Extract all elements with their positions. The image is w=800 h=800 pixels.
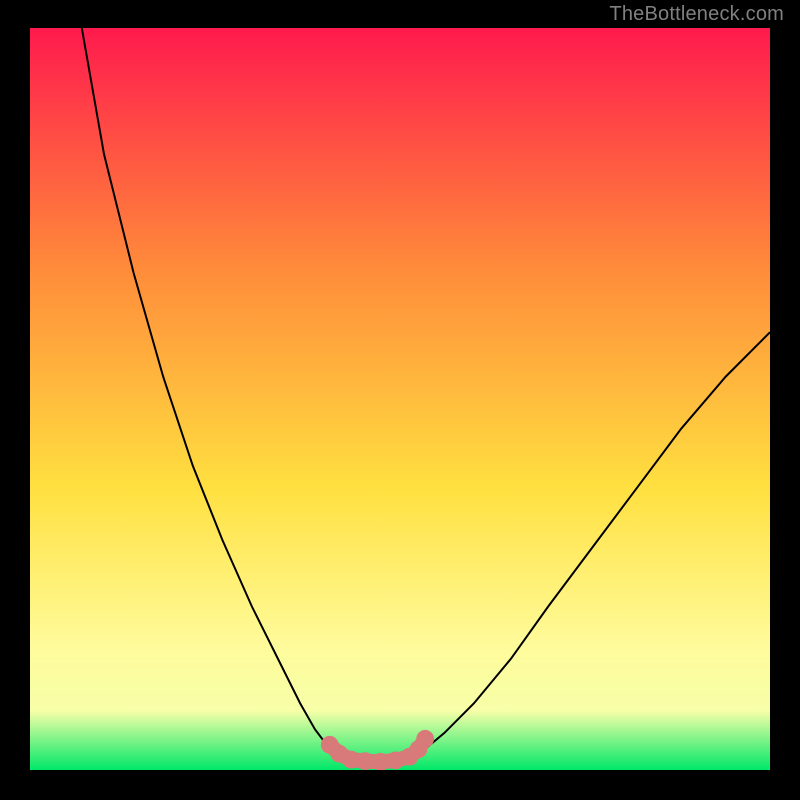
watermark-text: TheBottleneck.com [609, 0, 784, 28]
valley-marker-dot [416, 730, 434, 748]
chart-area [30, 28, 770, 770]
chart-svg [30, 28, 770, 770]
outer-frame: TheBottleneck.com [0, 0, 800, 800]
gradient-background [30, 28, 770, 770]
valley-marker-dot [356, 752, 374, 770]
